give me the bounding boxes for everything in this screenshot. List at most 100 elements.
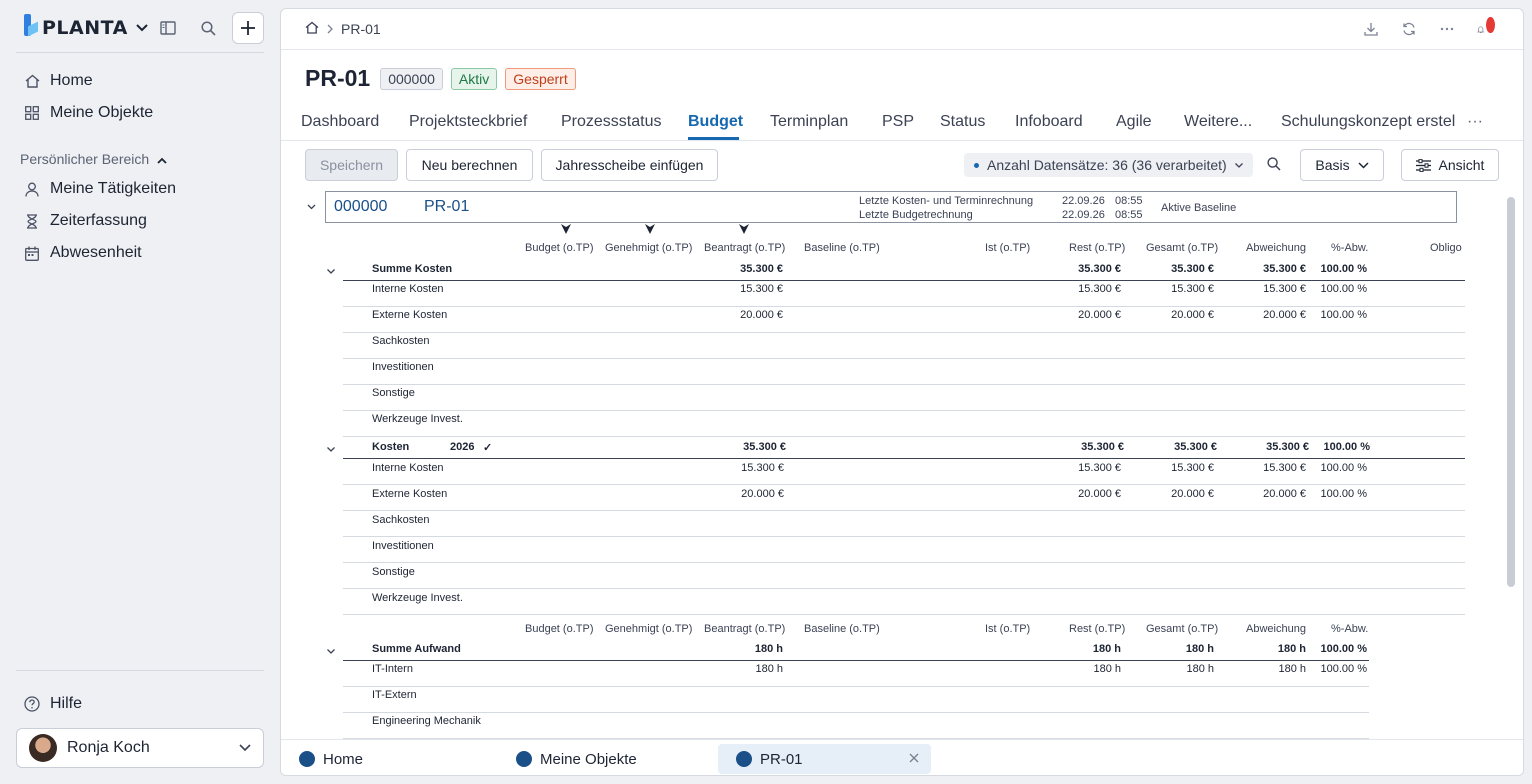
table-row[interactable]: Externe Kosten 20.000 € 20.000 € 20.000 … (343, 485, 1465, 511)
nav-hilfe[interactable]: Hilfe (24, 695, 82, 713)
col-pabw[interactable]: %-Abw. (1331, 242, 1368, 254)
col-gesamt[interactable]: Gesamt (o.TP) (1146, 242, 1218, 254)
table-row[interactable]: Sachkosten (343, 333, 1465, 359)
project-name[interactable]: PR-01 (424, 198, 469, 216)
sidebar: PLANTA Home Meine Objekte Persönlicher B… (0, 0, 280, 784)
table-row[interactable]: Werkzeuge Invest. (343, 589, 1465, 615)
nav-zeiterfassung[interactable]: Zeiterfassung (24, 212, 147, 230)
tab-budget[interactable]: Budget (688, 113, 743, 131)
table-row[interactable]: Interne Kosten 15.300 € 15.300 € 15.300 … (343, 281, 1465, 307)
filter-icon[interactable] (739, 224, 749, 234)
group-row-summe-kosten[interactable]: Summe Kosten 35.300 € 35.300 € 35.300 € … (343, 257, 1465, 281)
tab-psp[interactable]: PSP (882, 113, 914, 131)
table-row[interactable]: Werkzeuge Invest. (343, 411, 1465, 437)
view-label: Ansicht (1438, 157, 1485, 173)
tabs-more-button[interactable]: ··· (1467, 113, 1483, 131)
bottom-tab-home[interactable]: Home (281, 744, 481, 774)
col-budget[interactable]: Budget (o.TP) (525, 623, 593, 635)
table-row[interactable]: IT-Intern 180 h 180 h 180 h 180 h 100.00… (343, 661, 1369, 687)
col-ist[interactable]: Ist (o.TP) (985, 242, 1030, 254)
collapse-group-icon[interactable] (327, 646, 335, 657)
planta-logo[interactable]: PLANTA (22, 14, 148, 42)
user-menu[interactable]: Ronja Koch (16, 728, 264, 768)
refresh-icon[interactable] (1401, 21, 1417, 37)
breadcrumb-current[interactable]: PR-01 (341, 21, 381, 37)
check-icon: ✓ (483, 442, 493, 454)
tab-dashboard[interactable]: Dashboard (301, 113, 379, 131)
col-beantragt[interactable]: Beantragt (o.TP) (704, 242, 785, 254)
basis-dropdown[interactable]: Basis (1300, 149, 1384, 181)
col-ist[interactable]: Ist (o.TP) (985, 623, 1030, 635)
cell-pabw: 100.00 % (1320, 263, 1367, 275)
table-row[interactable]: Investitionen (343, 359, 1465, 385)
collapse-group-icon[interactable] (327, 444, 335, 455)
col-genehmigt[interactable]: Genehmigt (o.TP) (605, 242, 692, 254)
col-abweichung[interactable]: Abweichung (1246, 242, 1306, 254)
tab-projektsteckbrief[interactable]: Projektsteckbrief (409, 113, 527, 131)
nav-abwesenheit[interactable]: Abwesenheit (24, 244, 142, 262)
table-row[interactable]: Externe Kosten 20.000 € 20.000 € 20.000 … (343, 307, 1465, 333)
bell-icon[interactable] (1477, 17, 1495, 37)
tab-prozessstatus[interactable]: Prozessstatus (561, 113, 661, 131)
row-label: Investitionen (372, 540, 434, 552)
cell-rest: 180 h (1092, 643, 1121, 655)
tab-infoboard[interactable]: Infoboard (1015, 113, 1083, 131)
section-persoenlicher-bereich[interactable]: Persönlicher Bereich (20, 151, 167, 167)
table-row[interactable]: IT-Extern (343, 687, 1369, 713)
collapse-group-icon[interactable] (327, 266, 335, 277)
filter-icon[interactable] (561, 224, 571, 234)
close-icon[interactable] (909, 750, 919, 768)
col-beantragt[interactable]: Beantragt (o.TP) (704, 623, 785, 635)
group-row-summe-aufwand[interactable]: Summe Aufwand 180 h 180 h 180 h 180 h 10… (343, 637, 1369, 661)
table-row[interactable]: Sonstige (343, 385, 1465, 411)
col-budget[interactable]: Budget (o.TP) (525, 242, 593, 254)
table-row[interactable]: Sonstige (343, 563, 1465, 589)
table-row[interactable]: Interne Kosten 15.300 € 15.300 € 15.300 … (343, 459, 1465, 485)
col-baseline[interactable]: Baseline (o.TP) (804, 623, 880, 635)
filter-icon[interactable] (645, 224, 655, 234)
bottom-tab-pr-01[interactable]: PR-01 (718, 744, 931, 774)
bottom-tab-meine-objekte[interactable]: Meine Objekte (498, 744, 698, 774)
group-row-kosten-2026[interactable]: Kosten 2026 ✓ 35.300 € 35.300 € 35.300 €… (343, 435, 1465, 459)
home-icon[interactable] (305, 21, 319, 37)
save-button[interactable]: Speichern (305, 149, 398, 181)
col-abweichung[interactable]: Abweichung (1246, 623, 1306, 635)
table-row[interactable]: Investitionen (343, 537, 1465, 563)
col-baseline[interactable]: Baseline (o.TP) (804, 242, 880, 254)
tab-terminplan[interactable]: Terminplan (770, 113, 848, 131)
recalculate-button[interactable]: Neu berechnen (406, 149, 533, 181)
sidebar-toggle-icon[interactable] (158, 18, 178, 38)
tab-status[interactable]: Status (940, 113, 985, 131)
insert-year-button[interactable]: Jahresscheibe einfügen (541, 149, 718, 181)
cell-gesamt: 180 h (1185, 643, 1214, 655)
table-row[interactable]: Sachkosten (343, 511, 1465, 537)
tab-weitere[interactable]: Weitere... (1184, 113, 1252, 131)
add-button[interactable] (232, 12, 264, 44)
records-dropdown[interactable]: Anzahl Datensätze: 36 (36 verarbeitet) (964, 153, 1253, 177)
active-tab-indicator (688, 137, 739, 140)
col-rest[interactable]: Rest (o.TP) (1069, 242, 1125, 254)
project-id[interactable]: 000000 (334, 198, 387, 216)
col-pabw[interactable]: %-Abw. (1331, 623, 1368, 635)
search-icon[interactable] (1267, 157, 1281, 176)
col-obligo[interactable]: Obligo (1430, 242, 1462, 254)
col-gesamt[interactable]: Gesamt (o.TP) (1146, 623, 1218, 635)
nav-home[interactable]: Home (24, 72, 93, 90)
row-label: Kosten (372, 441, 410, 453)
col-rest[interactable]: Rest (o.TP) (1069, 623, 1125, 635)
more-icon[interactable] (1439, 21, 1455, 37)
collapse-project-icon[interactable] (307, 201, 316, 213)
search-icon[interactable] (198, 18, 218, 38)
cell-beantragt: 35.300 € (743, 441, 786, 453)
nav-meine-taetigkeiten[interactable]: Meine Tätigkeiten (24, 180, 176, 198)
download-icon[interactable] (1363, 21, 1379, 37)
notification-dot (1486, 17, 1495, 33)
project-header: 000000 PR-01 Letzte Kosten- und Terminre… (325, 191, 1457, 223)
nav-meine-objekte[interactable]: Meine Objekte (24, 104, 153, 122)
table-row[interactable]: Engineering Mechanik (343, 713, 1369, 739)
vertical-scrollbar[interactable] (1507, 197, 1515, 587)
col-genehmigt[interactable]: Genehmigt (o.TP) (605, 623, 692, 635)
tab-agile[interactable]: Agile (1116, 113, 1152, 131)
view-button[interactable]: Ansicht (1401, 149, 1499, 181)
tab-schulungskonzept[interactable]: Schulungskonzept erstel (1281, 113, 1455, 131)
